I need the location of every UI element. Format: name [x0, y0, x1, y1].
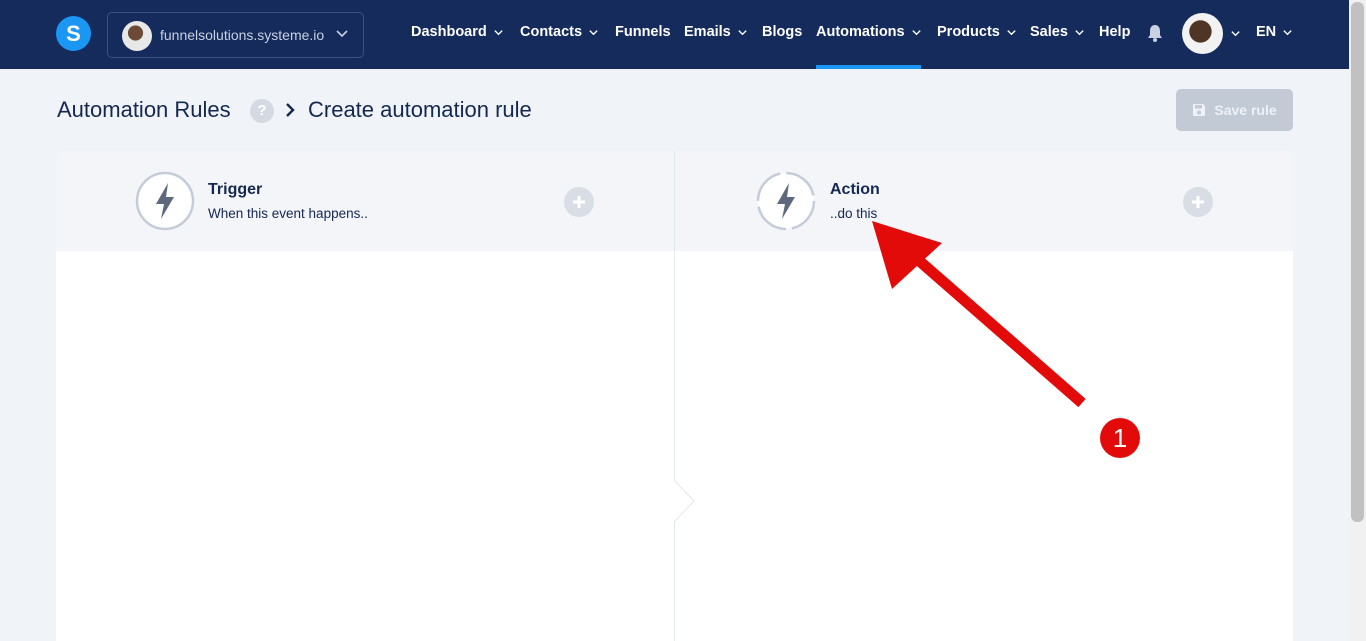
trigger-title: Trigger	[208, 181, 263, 198]
chevron-down-icon	[494, 29, 503, 35]
bell-icon[interactable]	[1145, 23, 1165, 43]
lightning-bolt-icon	[135, 171, 195, 231]
language-selector[interactable]: EN	[1256, 24, 1293, 40]
site-avatar	[122, 21, 152, 51]
trigger-subtitle: When this event happens..	[208, 206, 368, 221]
add-action-button[interactable]	[1183, 187, 1213, 217]
chevron-down-icon[interactable]	[1230, 28, 1241, 39]
breadcrumb-automation-rules[interactable]: Automation Rules	[57, 97, 231, 123]
chevron-down-icon	[738, 29, 747, 35]
chevron-down-icon	[1007, 29, 1016, 35]
help-icon[interactable]: ?	[250, 99, 274, 123]
lightning-bolt-refresh-icon	[756, 171, 816, 231]
nav-item-automations[interactable]: Automations	[816, 24, 922, 40]
user-avatar[interactable]	[1182, 13, 1223, 54]
trigger-header[interactable]: Trigger When this event happens..	[56, 151, 674, 251]
action-title: Action	[830, 181, 880, 198]
nav-item-blogs[interactable]: Blogs	[762, 24, 802, 40]
chevron-down-icon	[589, 29, 598, 35]
annotation-arrow	[872, 221, 1086, 408]
site-selector[interactable]: funnelsolutions.systeme.io	[107, 12, 364, 58]
top-navigation-bar: S funnelsolutions.systeme.io Dashboard C…	[0, 0, 1366, 69]
chevron-down-icon	[1283, 29, 1292, 35]
chevron-right-icon	[286, 103, 295, 117]
nav-item-emails[interactable]: Emails	[684, 24, 748, 40]
nav-item-dashboard[interactable]: Dashboard	[411, 24, 504, 40]
systeme-logo[interactable]: S	[56, 16, 91, 51]
site-name: funnelsolutions.systeme.io	[160, 27, 325, 43]
chevron-down-icon	[1075, 29, 1084, 35]
save-rule-button[interactable]: Save rule	[1176, 89, 1293, 131]
save-rule-label: Save rule	[1214, 102, 1277, 118]
nav-item-contacts[interactable]: Contacts	[520, 24, 599, 40]
scrollbar-thumb[interactable]	[1351, 2, 1364, 522]
page-title: Create automation rule	[308, 97, 532, 122]
nav-item-funnels[interactable]: Funnels	[615, 24, 671, 40]
trigger-panel: Trigger When this event happens..	[56, 151, 675, 641]
add-trigger-button[interactable]	[564, 187, 594, 217]
nav-item-sales[interactable]: Sales	[1030, 24, 1085, 40]
chevron-down-icon	[336, 30, 348, 38]
panel-divider-notch	[674, 480, 695, 522]
floppy-disk-icon	[1193, 104, 1206, 116]
nav-item-help[interactable]: Help	[1099, 24, 1130, 40]
active-nav-indicator	[816, 65, 921, 69]
nav-item-products[interactable]: Products	[937, 24, 1017, 40]
chevron-down-icon	[911, 29, 921, 35]
annotation-marker: 1	[1100, 418, 1140, 458]
